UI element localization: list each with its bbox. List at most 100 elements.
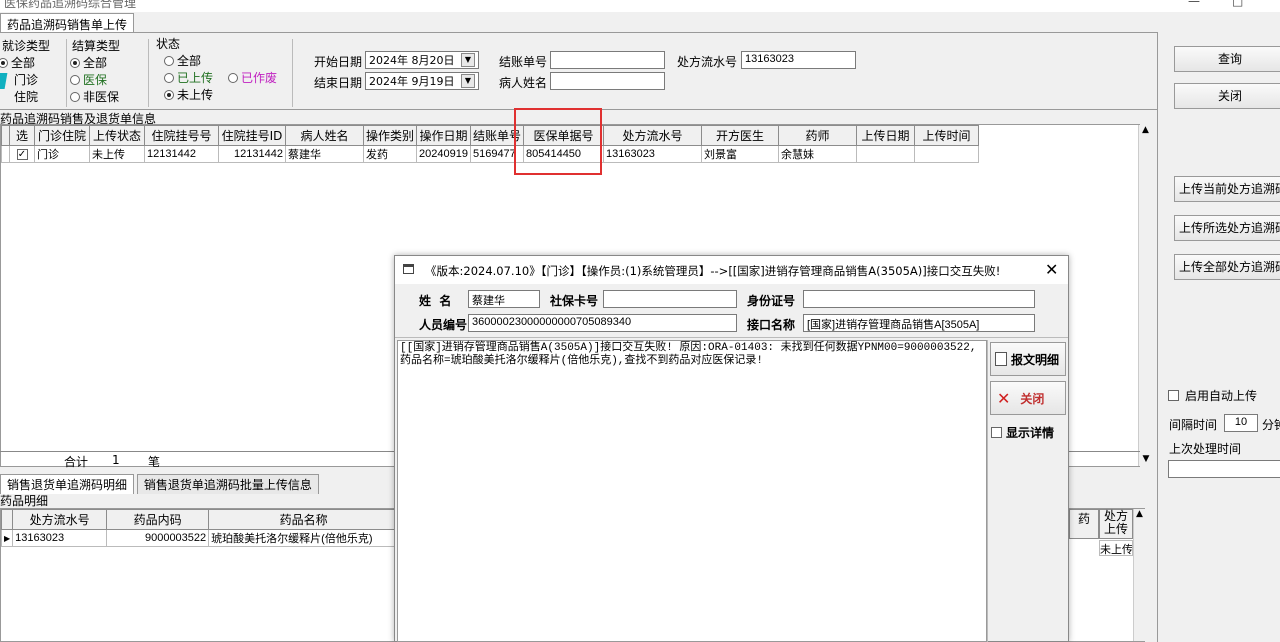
title-bar: 医保药品追溯码综合管理 — □	[0, 0, 1280, 12]
cell: 发药	[362, 145, 418, 163]
minimize-icon[interactable]: —	[1188, 0, 1200, 8]
status-voided[interactable]: 已作废	[241, 69, 277, 86]
col-inpatient-reg-no[interactable]: 住院挂号号	[144, 125, 219, 146]
col-operation-type[interactable]: 操作类别	[362, 125, 418, 146]
cell: 余慧妹	[777, 145, 857, 163]
col-inpatient-reg-id[interactable]: 住院挂号ID	[218, 125, 286, 146]
settle-type-title: 结算类型	[70, 37, 144, 54]
cell	[913, 145, 979, 163]
detail-scrollbar[interactable]: ▲	[1133, 509, 1145, 641]
dialog-title: 《版本:2024.07.10》【门诊】【操作员:(1)系统管理员】-->[[国家…	[425, 264, 1001, 278]
sum-label: 合计	[64, 455, 89, 469]
col-pharmacist[interactable]: 药师	[777, 125, 857, 146]
card-label: 社保卡号	[550, 294, 599, 308]
settle-type-group: 结算类型 全部 医保 非医保	[70, 37, 144, 105]
checkbox-icon	[1168, 390, 1179, 401]
last-time-value	[1168, 460, 1280, 478]
card-field	[603, 290, 737, 308]
radio-icon	[164, 89, 174, 100]
cell: 未上传	[1099, 540, 1133, 556]
sum-unit: 笔	[148, 455, 161, 469]
detail-header-row: 处方流水号 药品内码 药品名称	[0, 509, 400, 530]
upload-selected-button[interactable]: 上传所选处方追溯码	[1174, 215, 1280, 241]
patient-name-label: 病人姓名	[499, 76, 548, 90]
status-not-uploaded[interactable]: 未上传	[164, 86, 290, 103]
interval-input[interactable]: 10	[1224, 414, 1258, 432]
status-all[interactable]: 全部	[164, 52, 290, 69]
tab-trace-detail[interactable]: 销售退货单追溯码明细	[0, 474, 135, 494]
col-rx-no[interactable]: 处方流水号	[602, 125, 702, 146]
col-upload-status[interactable]: 上传状态	[89, 125, 145, 146]
person-no-field: 36000023000000000705089340	[468, 314, 737, 332]
cell: 13163023	[602, 145, 702, 163]
radio-icon	[0, 57, 8, 68]
col-visit-type[interactable]: 门诊住院	[34, 125, 90, 146]
col-rx-no[interactable]: 处方流水号	[12, 509, 108, 530]
settle-type-all[interactable]: 全部	[70, 54, 144, 71]
col-rx-short[interactable]: 处方 上传	[1099, 509, 1133, 539]
api-label: 接口名称	[747, 318, 796, 332]
settle-type-uninsured[interactable]: 非医保	[70, 88, 144, 105]
cell: 9000003522	[106, 529, 210, 547]
table-row[interactable]: ▶ 13163023 9000003522 琥珀酸美托洛尔缓释片(倍他乐克)	[0, 529, 400, 547]
maximize-icon[interactable]: □	[1232, 0, 1243, 8]
highlight-box	[514, 108, 602, 175]
visit-type-all[interactable]: 全部	[0, 54, 62, 71]
start-date-picker[interactable]: 2024年 8月20日 ▼	[365, 51, 479, 69]
id-field	[803, 290, 1035, 308]
status-group: 状态 全部 已上传 已作废 未上传	[154, 35, 290, 107]
filter-band: 就诊类型 全部 门诊 住院 结算类型 全部 医保 非医保 状态 全部 已上传 已…	[0, 32, 1157, 108]
patient-name-input[interactable]	[550, 72, 665, 90]
window-icon	[403, 264, 414, 274]
id-label: 身份证号	[747, 294, 796, 308]
cell	[855, 145, 915, 163]
detail-button[interactable]: 报文明细	[990, 342, 1066, 376]
table-row[interactable]: ✓ 门诊 未上传 12131442 12131442 蔡建华 发药 202409…	[1, 145, 979, 163]
visit-type-outpatient[interactable]: 门诊	[14, 71, 62, 88]
col-drug-name[interactable]: 药品名称	[208, 509, 400, 530]
dropdown-arrow-icon[interactable]: ▼	[461, 74, 475, 88]
upload-current-button[interactable]: 上传当前处方追溯码	[1174, 176, 1280, 202]
dialog-close-button[interactable]: ✕ 关闭	[990, 381, 1066, 415]
tab-sales-upload[interactable]: 药品追溯码销售单上传	[0, 13, 135, 32]
cell: 未上传	[89, 145, 145, 163]
col-upload-date[interactable]: 上传日期	[855, 125, 915, 146]
tab-batch-upload[interactable]: 销售退货单追溯码批量上传信息	[136, 474, 319, 494]
window-title: 医保药品追溯码综合管理	[4, 0, 137, 10]
status-uploaded[interactable]: 已上传 已作废	[164, 69, 290, 86]
auto-upload-checkbox[interactable]: 启用自动上传	[1168, 387, 1257, 404]
row-checkbox[interactable]: ✓	[16, 149, 28, 161]
close-button[interactable]: 关闭	[1174, 83, 1280, 109]
show-detail-checkbox[interactable]: 显示详情	[991, 424, 1054, 441]
start-date-label: 开始日期	[314, 55, 363, 69]
col-doctor[interactable]: 开方医生	[700, 125, 779, 146]
scroll-up-icon[interactable]: ▲	[1134, 509, 1145, 519]
bill-no-label: 结账单号	[499, 55, 548, 69]
col-operation-date[interactable]: 操作日期	[416, 125, 471, 146]
bill-no-input[interactable]	[550, 51, 665, 69]
scroll-down-icon[interactable]: ▼	[1139, 454, 1153, 464]
col-upload-time[interactable]: 上传时间	[913, 125, 979, 146]
cell: 蔡建华	[285, 145, 364, 163]
dropdown-arrow-icon[interactable]: ▼	[461, 53, 475, 67]
col-drug-code[interactable]: 药品内码	[106, 509, 210, 530]
rx-no-input[interactable]: 13163023	[741, 51, 856, 69]
scroll-up-icon[interactable]: ▲	[1139, 125, 1152, 135]
col-drug-short[interactable]: 药	[1069, 509, 1099, 539]
settle-type-insured[interactable]: 医保	[70, 71, 144, 88]
end-date-picker[interactable]: 2024年 9月19日 ▼	[365, 72, 479, 90]
visit-type-inpatient[interactable]: 住院	[14, 88, 62, 105]
grid-scrollbar[interactable]: ▲ ▼	[1138, 125, 1152, 466]
error-dialog: 《版本:2024.07.10》【门诊】【操作员:(1)系统管理员】-->[[国家…	[394, 255, 1069, 642]
document-icon	[995, 352, 1007, 366]
close-icon[interactable]: ✕	[1045, 260, 1058, 279]
grid-header-row: 选 门诊住院 上传状态 住院挂号号 住院挂号ID 病人姓名 操作类别 操作日期 …	[1, 125, 979, 146]
query-button[interactable]: 查询	[1174, 46, 1280, 72]
radio-icon	[70, 74, 80, 85]
col-patient-name[interactable]: 病人姓名	[285, 125, 364, 146]
upload-all-button[interactable]: 上传全部处方追溯码	[1174, 254, 1280, 280]
col-select[interactable]: 选	[9, 125, 35, 146]
name-label: 姓 名	[419, 294, 452, 308]
teal-marker-icon	[0, 73, 8, 89]
radio-icon	[164, 72, 174, 83]
